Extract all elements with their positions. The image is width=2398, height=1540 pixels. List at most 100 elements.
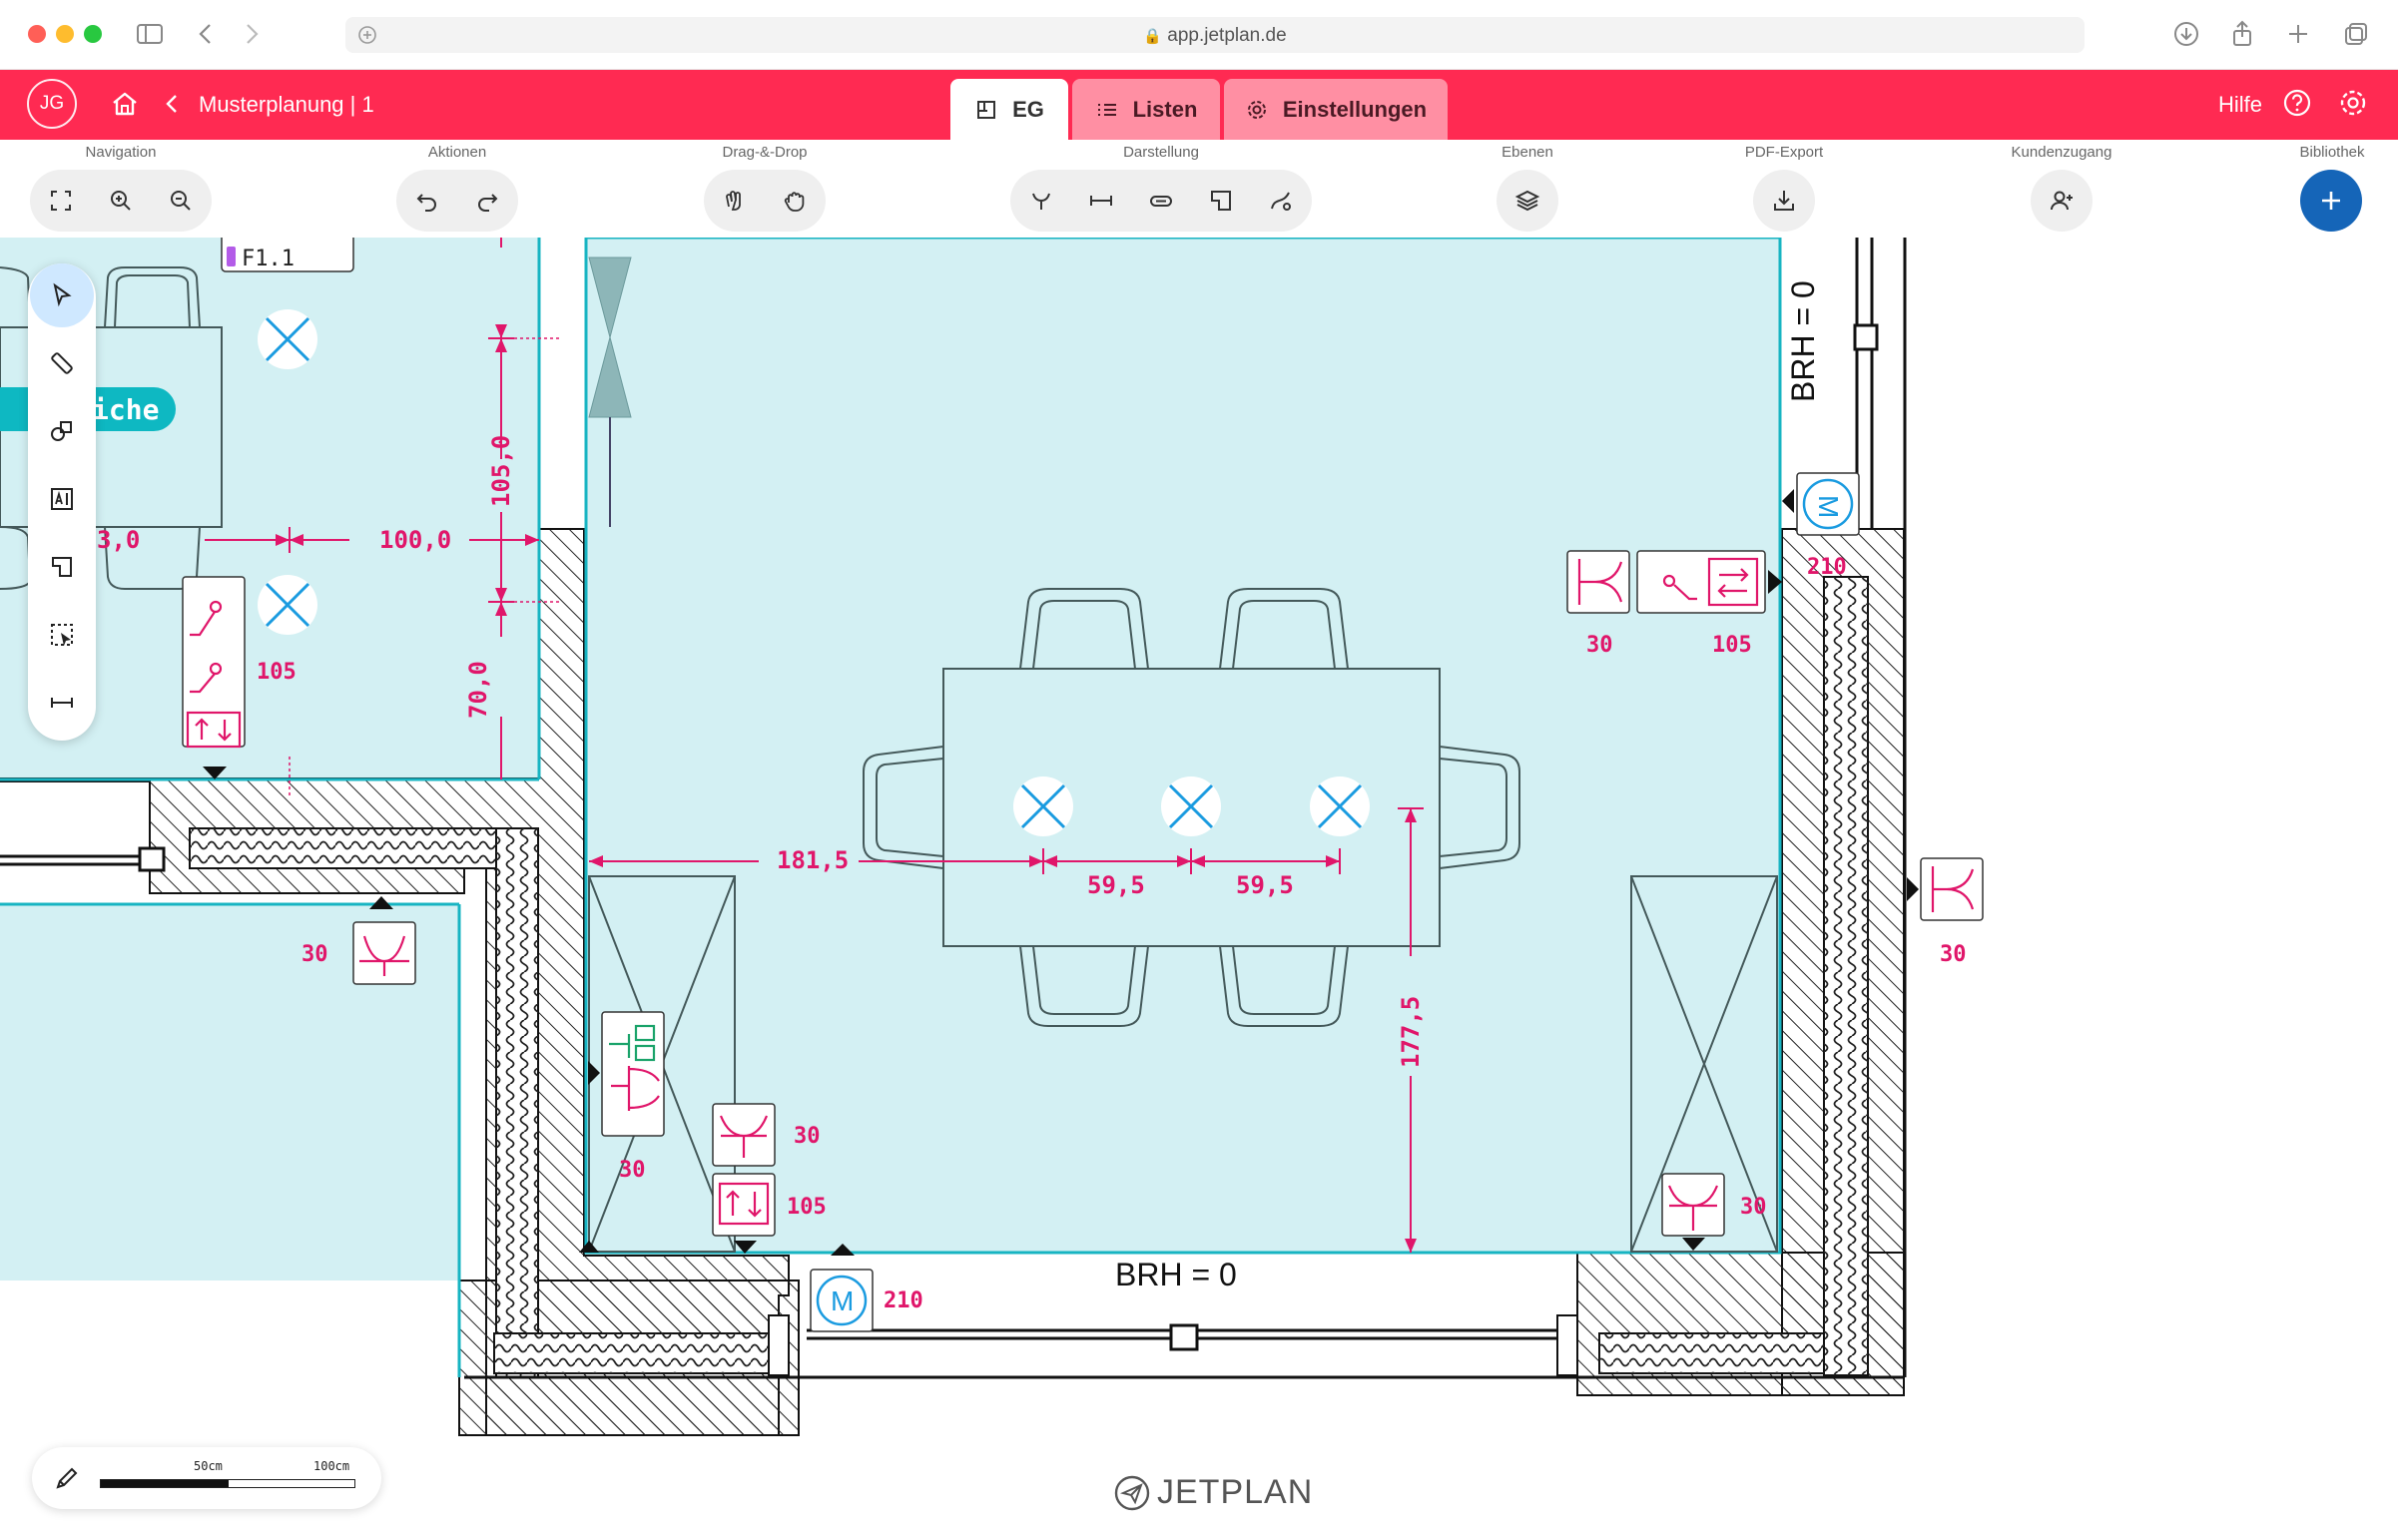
fit-view-button[interactable] xyxy=(30,170,92,232)
plus-icon xyxy=(2322,192,2340,210)
group-label-darstellung: Darstellung xyxy=(1123,144,1199,161)
help-icon[interactable] xyxy=(2280,86,2314,120)
height-30-left: 30 xyxy=(301,942,328,967)
shapes-icon xyxy=(51,421,72,441)
scale-bar xyxy=(100,1479,355,1488)
dim-label-100: 100,0 xyxy=(379,526,451,554)
tab-eg[interactable]: EG xyxy=(950,79,1068,140)
home-icon[interactable] xyxy=(108,87,142,121)
url-text: 🔒 app.jetplan.de xyxy=(345,25,2085,47)
pan-hand-button[interactable] xyxy=(764,170,826,232)
ruler-icon xyxy=(51,352,73,374)
area-select-tool[interactable] xyxy=(30,603,94,667)
height-105-mid: 105 xyxy=(787,1195,827,1220)
floor-plan[interactable]: F1.1 iche BRH = 0 BRH = 0 181,5 59,5 59,… xyxy=(0,238,2398,1540)
tab-eg-label: EG xyxy=(1012,96,1044,122)
height-105-right: 105 xyxy=(1712,633,1752,658)
cursor-arrow-icon xyxy=(53,282,72,307)
group-label-kundenzugang: Kundenzugang xyxy=(2011,144,2112,161)
share-icon[interactable] xyxy=(2226,18,2258,50)
label-view-button[interactable] xyxy=(1130,170,1192,232)
drag-rotate-button[interactable] xyxy=(704,170,766,232)
settings-gear-icon[interactable] xyxy=(2336,86,2370,120)
symbol-view-button[interactable] xyxy=(1010,170,1072,232)
undo-button[interactable] xyxy=(396,170,458,232)
new-tab-icon[interactable] xyxy=(2282,18,2314,50)
user-avatar[interactable]: JG xyxy=(27,79,77,129)
height-30-corner: 30 xyxy=(1740,1195,1767,1220)
group-label-bibliothek: Bibliothek xyxy=(2299,144,2365,161)
close-window-button[interactable] xyxy=(28,25,46,43)
text-box-icon xyxy=(51,488,73,510)
switch-right-105[interactable] xyxy=(1636,550,1766,614)
tab-listen-label: Listen xyxy=(1132,96,1198,122)
customer-access-button[interactable] xyxy=(2031,170,2093,232)
url-label: app.jetplan.de xyxy=(1167,25,1287,46)
room-label: F1.1 xyxy=(242,247,295,271)
back-chevron-icon[interactable] xyxy=(158,90,186,118)
cable-route-icon xyxy=(1271,192,1291,211)
back-icon[interactable] xyxy=(190,18,222,50)
rotate-hand-icon xyxy=(726,191,741,211)
project-title[interactable]: Musterplanung | 1 xyxy=(199,92,374,118)
tab-listen[interactable]: Listen xyxy=(1072,79,1220,140)
browser-chrome: 🔒 app.jetplan.de xyxy=(0,0,2398,70)
height-30-right: 30 xyxy=(1586,633,1613,658)
minimize-window-button[interactable] xyxy=(56,25,74,43)
dimension-view-button[interactable] xyxy=(1070,170,1132,232)
fullscreen-icon xyxy=(51,191,71,211)
redo-icon xyxy=(478,194,498,212)
room-tool[interactable] xyxy=(30,535,94,599)
maximize-window-button[interactable] xyxy=(84,25,102,43)
room-floor-main[interactable] xyxy=(586,238,1780,1253)
dim-label-105: 105,0 xyxy=(487,435,515,507)
group-label-aktionen: Aktionen xyxy=(427,144,487,161)
motor-letter-bottom: M xyxy=(831,1285,854,1316)
dim-label-70: 70,0 xyxy=(464,661,492,719)
group-label-dragdrop: Drag-&-Drop xyxy=(722,144,808,161)
brand-name: JETPLAN xyxy=(1157,1473,1314,1511)
select-tool[interactable] xyxy=(30,263,94,327)
zoom-in-button[interactable] xyxy=(90,170,152,232)
shapes-tool[interactable] xyxy=(30,399,94,463)
pdf-export-button[interactable] xyxy=(1753,170,1815,232)
redo-button[interactable] xyxy=(456,170,518,232)
address-bar[interactable]: 🔒 app.jetplan.de xyxy=(345,17,2085,53)
motor-letter-right: M xyxy=(1813,495,1844,518)
undo-icon xyxy=(416,194,436,212)
room-name-text: iche xyxy=(92,393,159,426)
floorplan-icon xyxy=(977,100,996,119)
list-icon xyxy=(1097,103,1116,116)
room-view-button[interactable] xyxy=(1190,170,1252,232)
library-add-button[interactable] xyxy=(2300,170,2362,232)
layers-button[interactable] xyxy=(1497,170,1558,232)
scale-label-50: 50cm xyxy=(194,1459,223,1473)
downloads-icon[interactable] xyxy=(2170,18,2202,50)
tab-overview-icon[interactable] xyxy=(2340,18,2372,50)
tab-einstellungen[interactable]: Einstellungen xyxy=(1224,79,1448,140)
dimension-icon xyxy=(1090,196,1112,206)
zoom-out-button[interactable] xyxy=(150,170,212,232)
plan-canvas[interactable]: F1.1 iche BRH = 0 BRH = 0 181,5 59,5 59,… xyxy=(0,238,2398,1540)
height-210-bottom: 210 xyxy=(884,1288,923,1313)
sidebar-toggle-icon[interactable] xyxy=(134,18,166,50)
height-105-left: 105 xyxy=(257,660,297,685)
dim-label-59-5-b: 59,5 xyxy=(1236,871,1294,899)
app-header: JG Musterplanung | 1 EG Listen Einstellu… xyxy=(0,70,2398,140)
room-outline-icon xyxy=(52,557,72,577)
group-label-pdfexport: PDF-Export xyxy=(1744,144,1824,161)
help-link[interactable]: Hilfe xyxy=(2218,92,2262,118)
measure-tool[interactable] xyxy=(30,331,94,395)
group-label-ebenen: Ebenen xyxy=(1501,144,1553,161)
room-outline-icon xyxy=(1211,191,1231,211)
line-view-button[interactable] xyxy=(1250,170,1312,232)
scale-widget: 50cm 100cm xyxy=(32,1447,381,1509)
dimension-tool[interactable] xyxy=(30,671,94,735)
forward-icon[interactable] xyxy=(236,18,268,50)
dim-label-177-5: 177,5 xyxy=(1397,996,1425,1068)
height-30-mid: 30 xyxy=(794,1124,821,1149)
text-tool[interactable] xyxy=(30,467,94,531)
tab-einstellungen-label: Einstellungen xyxy=(1282,96,1428,122)
pencil-icon[interactable] xyxy=(52,1463,82,1493)
toolbar: Navigation Aktionen Drag-&-Drop Darstell… xyxy=(0,140,2398,238)
